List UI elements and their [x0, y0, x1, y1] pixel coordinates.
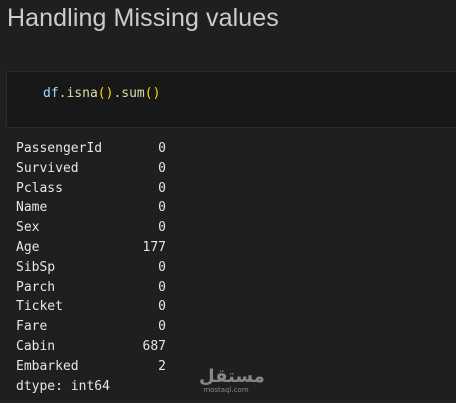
column-name: Embarked — [16, 358, 79, 374]
output-row: SibSp 0 — [16, 258, 166, 278]
missing-count: 0 — [158, 160, 166, 176]
missing-count: 177 — [142, 239, 166, 255]
column-name: Sex — [16, 220, 40, 236]
column-name: SibSp — [16, 259, 56, 275]
missing-count: 0 — [158, 180, 166, 196]
cell-output: PassengerId 0 Survived 0 Pclass 0 Name 0 Sex… — [16, 139, 166, 396]
output-row: Name 0 — [16, 198, 166, 218]
missing-count: 0 — [158, 200, 166, 216]
output-row: Cabin 687 — [16, 337, 166, 357]
output-row: Age 177 — [16, 238, 166, 258]
column-name: Survived — [16, 160, 79, 176]
column-name: Age — [16, 239, 40, 255]
code-function-sum: sum — [121, 86, 145, 101]
section-heading: Handling Missing values — [7, 4, 279, 32]
output-row: Parch 0 — [16, 278, 166, 298]
output-row: Pclass 0 — [16, 179, 166, 199]
missing-count: 0 — [158, 279, 166, 295]
code-variable: df — [43, 86, 59, 101]
watermark-latin: mostaql.com — [203, 386, 249, 394]
code-function-isna: isna — [66, 86, 98, 101]
dtype-line: dtype: int64 — [16, 378, 110, 394]
column-name: Pclass — [16, 180, 63, 196]
output-row: Ticket 0 — [16, 297, 166, 317]
column-name: Fare — [16, 319, 48, 335]
column-name: Cabin — [16, 338, 56, 354]
output-row: Survived 0 — [16, 159, 166, 179]
code-paren-open: ( — [144, 86, 153, 101]
mostaql-watermark-logo: مستقل mostaql.com — [199, 366, 265, 395]
output-row: PassengerId 0 — [16, 139, 166, 159]
missing-count: 0 — [158, 141, 166, 156]
missing-count: 0 — [158, 299, 166, 315]
missing-count: 687 — [142, 338, 166, 354]
output-row: Embarked 2 — [16, 357, 166, 377]
code-cell[interactable]: df.isna().sum() — [6, 71, 456, 128]
column-name: Ticket — [16, 299, 63, 315]
code-paren-open: ( — [97, 86, 106, 101]
output-row: Sex 0 — [16, 218, 166, 238]
column-name: PassengerId — [16, 141, 103, 156]
watermark-arabic: مستقل — [199, 366, 265, 387]
code-line[interactable]: df.isna().sum() — [43, 86, 160, 101]
missing-count: 2 — [158, 358, 166, 374]
output-row: Fare 0 — [16, 317, 166, 337]
column-name: Parch — [16, 279, 56, 295]
missing-count: 0 — [158, 220, 166, 236]
missing-count: 0 — [158, 259, 166, 275]
code-paren-close: ) — [152, 86, 161, 101]
column-name: Name — [16, 200, 48, 216]
missing-count: 0 — [158, 319, 166, 335]
